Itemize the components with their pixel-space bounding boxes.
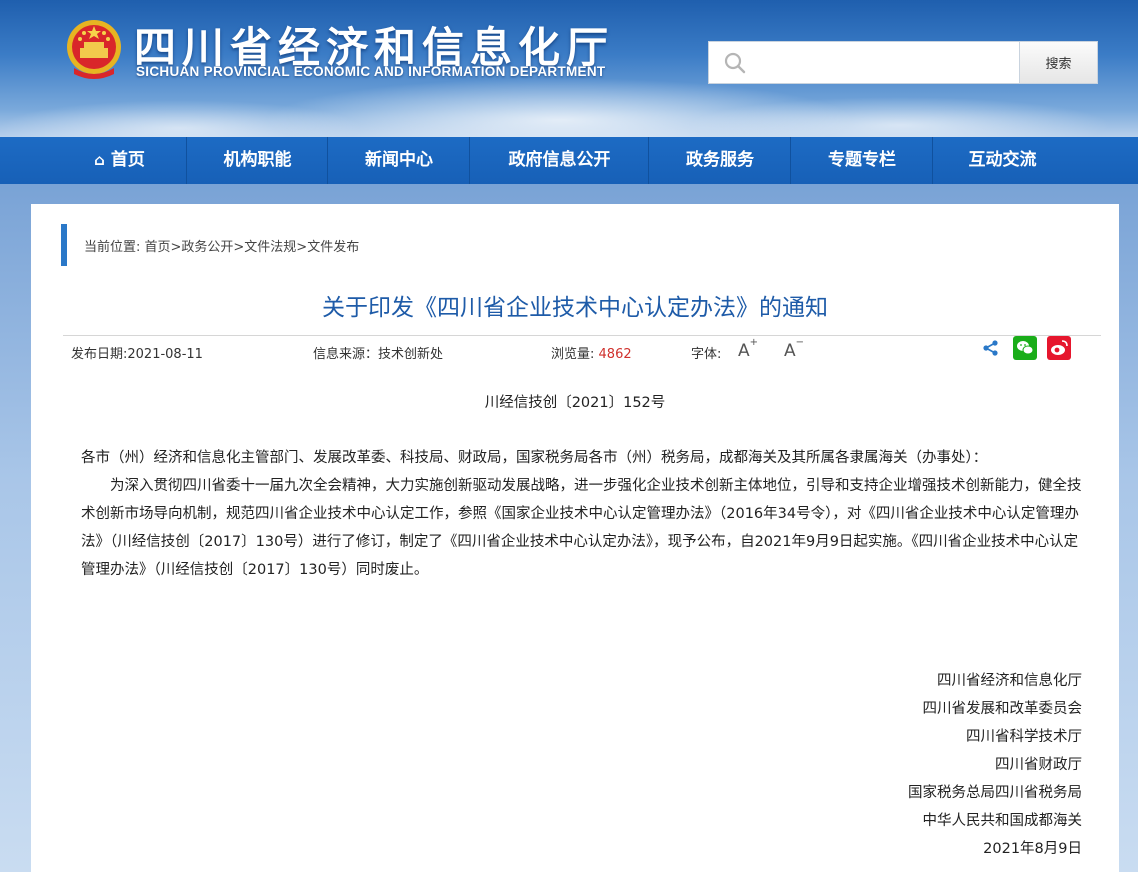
nav-divider <box>469 137 470 184</box>
nav-item-organization[interactable]: 机构职能 <box>188 137 327 184</box>
wechat-icon[interactable] <box>1013 336 1037 360</box>
nav-item-services[interactable]: 政务服务 <box>650 137 790 184</box>
font-decrease-label: A <box>784 341 796 361</box>
search-icon <box>724 52 746 74</box>
nav-item-news[interactable]: 新闻中心 <box>329 137 469 184</box>
font-increase-button[interactable]: A+ <box>738 337 758 361</box>
signing-date: 2021年8月9日 <box>983 841 1082 857</box>
search-input[interactable] <box>755 42 1019 83</box>
publish-date: 发布日期:2021-08-11 <box>71 347 203 362</box>
nav-divider <box>327 137 328 184</box>
signatory: 中华人民共和国成都海关 <box>922 813 1083 829</box>
share-icon[interactable] <box>982 339 1000 357</box>
page-title: 关于印发《四川省企业技术中心认定办法》的通知 <box>322 295 828 321</box>
nav-divider <box>186 137 187 184</box>
signatory: 国家税务总局四川省税务局 <box>908 785 1082 801</box>
nav-item-interaction[interactable]: 互动交流 <box>934 137 1071 184</box>
meta-divider <box>63 335 1101 336</box>
home-icon: ⌂ <box>94 151 105 169</box>
font-size-label: 字体: <box>691 347 722 362</box>
article-panel: 当前位置: 首页>政务公开>文件法规>文件发布 关于印发《四川省企业技术中心认定… <box>31 204 1119 872</box>
nav-item-home[interactable]: ⌂ 首页 <box>53 137 186 184</box>
nav-divider <box>932 137 933 184</box>
document-number: 川经信技创〔2021〕152号 <box>484 395 666 411</box>
signatory: 四川省科学技术厅 <box>966 729 1082 745</box>
breadcrumb[interactable]: 当前位置: 首页>政务公开>文件法规>文件发布 <box>84 236 359 255</box>
info-source: 信息来源：技术创新处 <box>313 347 444 362</box>
main-nav: ⌂ 首页 机构职能 新闻中心 政府信息公开 政务服务 专题专栏 互动交流 <box>0 137 1138 184</box>
nav-item-label: 首页 <box>110 150 145 170</box>
search-box: 搜索 <box>708 41 1098 84</box>
nav-item-gov-info[interactable]: 政府信息公开 <box>471 137 648 184</box>
view-count: 浏览量: 4862 <box>551 343 632 362</box>
breadcrumb-accent <box>61 224 67 266</box>
font-decrease-button[interactable]: A− <box>784 337 804 361</box>
signatory: 四川省财政厅 <box>995 757 1082 773</box>
nav-divider <box>648 137 649 184</box>
body-paragraph: 为深入贯彻四川省委十一届九次全会精神，大力实施创新驱动发展战略，进一步强化企业技… <box>81 478 1082 578</box>
site-header: 四川省经济和信息化厅 SICHUAN PROVINCIAL ECONOMIC A… <box>0 0 1138 137</box>
signatory: 四川省经济和信息化厅 <box>937 673 1082 689</box>
article-body: 各市（州）经济和信息化主管部门、发展改革委、科技局、财政局，国家税务局各市（州）… <box>81 444 1083 584</box>
national-emblem-icon <box>67 20 121 79</box>
search-button[interactable]: 搜索 <box>1019 42 1097 83</box>
weibo-icon[interactable] <box>1047 336 1071 360</box>
view-count-value: 4862 <box>598 347 632 362</box>
nav-item-topics[interactable]: 专题专栏 <box>792 137 932 184</box>
nav-divider <box>790 137 791 184</box>
view-count-label: 浏览量: <box>551 347 595 362</box>
signatory: 四川省发展和改革委员会 <box>922 701 1083 717</box>
font-increase-label: A <box>738 341 750 361</box>
site-subtitle: SICHUAN PROVINCIAL ECONOMIC AND INFORMAT… <box>136 64 606 79</box>
salutation: 各市（州）经济和信息化主管部门、发展改革委、科技局、财政局，国家税务局各市（州）… <box>81 450 988 466</box>
